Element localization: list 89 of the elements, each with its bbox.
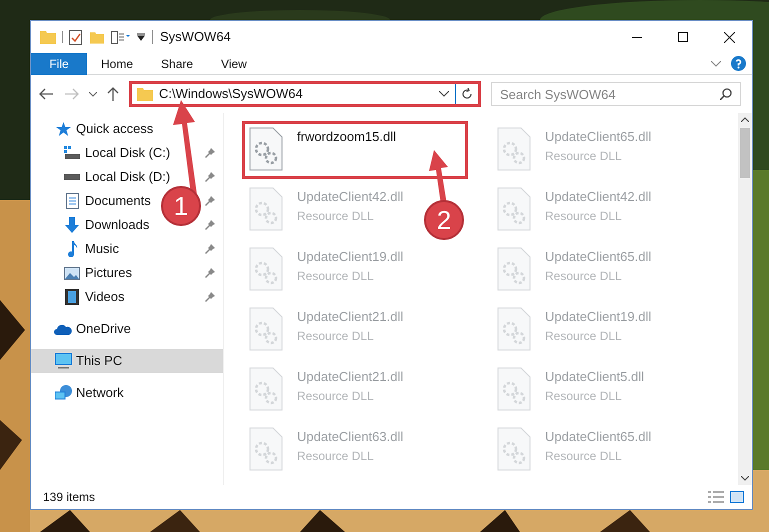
dll-file-icon xyxy=(497,127,531,171)
refresh-icon[interactable] xyxy=(461,88,473,100)
dll-file-icon xyxy=(249,127,283,171)
dll-file-icon xyxy=(249,367,283,411)
file-type: Resource DLL xyxy=(297,388,375,404)
search-icon[interactable] xyxy=(720,88,732,100)
file-type: Resource DLL xyxy=(297,208,375,224)
item-count: 139 items xyxy=(43,489,96,506)
pin-icon[interactable] xyxy=(205,220,215,230)
pin-icon[interactable] xyxy=(205,292,215,302)
cloud-icon xyxy=(54,324,72,334)
file-type: Resource DLL xyxy=(297,328,375,344)
scroll-down-icon[interactable] xyxy=(741,476,749,481)
file-type: Resource DLL xyxy=(545,448,623,464)
close-icon xyxy=(724,32,734,42)
file-type: Resource DLL xyxy=(545,268,623,284)
scroll-up-icon[interactable] xyxy=(741,117,749,122)
address-field[interactable]: C:\Windows\SysWOW64 xyxy=(129,81,481,107)
new-folder-icon xyxy=(90,30,104,44)
file-type: Resource DLL xyxy=(297,448,375,464)
address-path: C:\Windows\SysWOW64 xyxy=(159,85,304,104)
help-icon[interactable] xyxy=(731,56,746,71)
nav-label: This PC xyxy=(76,352,122,370)
nav-item[interactable]: OneDrive xyxy=(31,317,223,341)
scrollbar-thumb[interactable] xyxy=(740,128,750,178)
ribbon-tab[interactable]: Home xyxy=(87,52,148,74)
computer-icon xyxy=(54,353,72,369)
nav-label: Network xyxy=(76,384,124,402)
folder-icon xyxy=(137,87,153,101)
nav-item[interactable]: Downloads xyxy=(85,215,150,235)
dll-file-icon xyxy=(497,187,531,231)
nav-item[interactable]: Music xyxy=(85,239,119,259)
nav-item[interactable]: Documents xyxy=(85,191,151,211)
document-icon xyxy=(66,193,78,209)
dll-file-icon xyxy=(497,247,531,291)
dll-file-icon xyxy=(497,367,531,411)
properties-icon[interactable] xyxy=(69,30,82,44)
music-note-icon xyxy=(66,241,78,257)
network-icon xyxy=(54,385,72,401)
nav-item[interactable]: Local Disk (C:) xyxy=(85,143,170,163)
maximize-icon xyxy=(678,32,688,42)
pin-icon[interactable] xyxy=(205,244,215,254)
view-options-icon[interactable] xyxy=(111,30,131,44)
file-type: Resource DLL xyxy=(545,148,623,164)
up-arrow-icon[interactable] xyxy=(107,87,119,101)
dropdown-icon[interactable] xyxy=(137,33,145,41)
nav-item[interactable]: Quick access xyxy=(31,117,223,141)
back-arrow-icon[interactable] xyxy=(39,88,53,100)
drive-icon xyxy=(64,174,80,180)
star-icon xyxy=(56,122,70,136)
film-icon xyxy=(65,289,79,305)
scrollbar[interactable] xyxy=(738,113,752,485)
file-type: Resource DLL xyxy=(297,268,375,284)
nav-item[interactable]: This PC xyxy=(31,349,223,373)
file-type: Resource DLL xyxy=(545,208,623,224)
dll-file-icon xyxy=(249,427,283,471)
file-name[interactable]: frwordzoom15.dll xyxy=(297,127,396,146)
nav-label: Quick access xyxy=(76,120,154,138)
window-title: SysWOW64 xyxy=(160,28,231,46)
ribbon-tab[interactable]: View xyxy=(207,52,261,74)
dll-file-icon xyxy=(249,187,283,231)
pin-icon[interactable] xyxy=(205,268,215,278)
picture-icon xyxy=(64,266,80,280)
file-type: Resource DLL xyxy=(545,328,623,344)
pin-icon[interactable] xyxy=(205,196,215,206)
nav-item[interactable]: Pictures xyxy=(85,263,132,283)
large-icons-view-icon[interactable] xyxy=(730,491,744,503)
minimize-icon xyxy=(632,36,642,38)
file-menu-button[interactable]: File xyxy=(31,52,87,74)
drive-icon xyxy=(64,146,80,160)
download-arrow-icon xyxy=(65,217,79,233)
nav-label: OneDrive xyxy=(76,320,131,338)
dll-file-icon xyxy=(249,247,283,291)
chevron-down-icon[interactable] xyxy=(439,91,449,97)
dll-file-icon xyxy=(497,427,531,471)
nav-item[interactable]: Videos xyxy=(85,287,125,307)
pin-icon[interactable] xyxy=(205,148,215,158)
nav-item[interactable]: Network xyxy=(31,381,223,405)
folder-icon xyxy=(40,30,56,44)
dll-file-icon xyxy=(497,307,531,351)
details-view-icon[interactable] xyxy=(708,491,724,503)
pin-icon[interactable] xyxy=(205,172,215,182)
nav-item[interactable]: Local Disk (D:) xyxy=(85,167,170,187)
file-type: Resource DLL xyxy=(545,388,623,404)
dll-file-icon xyxy=(249,307,283,351)
ribbon-tab[interactable]: Share xyxy=(147,52,208,74)
search-field[interactable]: Search SysWOW64 xyxy=(491,82,741,106)
recent-caret-icon[interactable] xyxy=(89,92,97,96)
highlighted-file-item[interactable]: frwordzoom15.dll xyxy=(242,121,468,179)
